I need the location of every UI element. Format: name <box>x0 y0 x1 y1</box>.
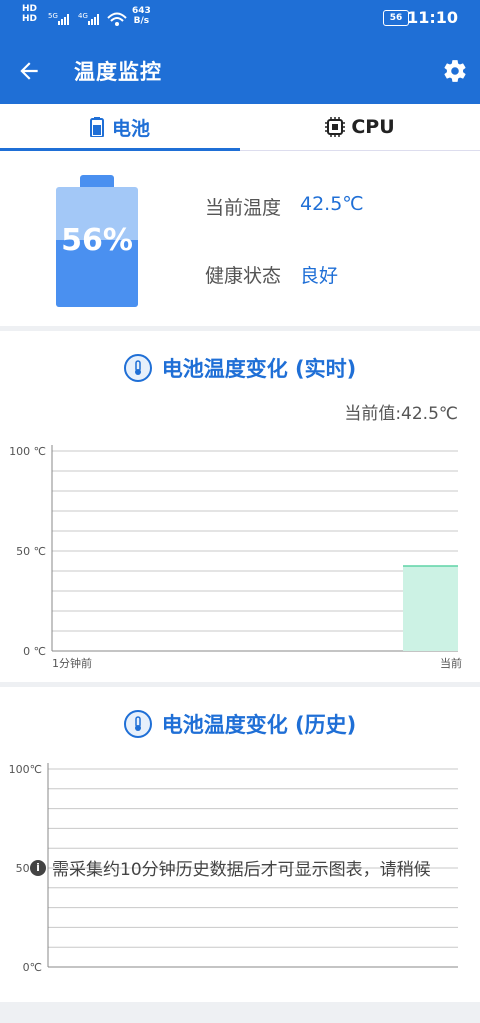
svg-text:4G: 4G <box>78 12 88 20</box>
tab-cpu-label: CPU <box>351 116 395 138</box>
realtime-chart: 100 ℃ 50 ℃ 0 ℃ 1分钟前 当前 <box>9 445 462 670</box>
temp-value: 42.5℃ <box>300 193 364 215</box>
thermometer-icon <box>123 354 152 382</box>
current-value-label: 当前值:42.5℃ <box>344 404 458 424</box>
hd-badge-2: HD <box>22 14 38 24</box>
history-title: 电池温度变化 (历史) <box>0 709 480 739</box>
temp-label: 当前温度 <box>205 197 282 219</box>
realtime-chart-card: 电池温度变化 (实时) 当前值:42.5℃ 100 ℃ 50 ℃ 0 ℃ 1分钟前 当前 <box>0 331 480 682</box>
battery-graphic-cap <box>80 175 114 187</box>
history-chart-card: 电池温度变化 (历史) 100℃ 50℃ 0℃ i 需采集约10分钟历史数据后才可显… <box>0 687 480 1002</box>
battery-info-card: 56% 当前温度 42.5℃ 健康状态 良好 <box>0 151 480 326</box>
y-tick-label: 0℃ <box>23 961 42 974</box>
svg-text:5G: 5G <box>48 12 58 20</box>
tab-bar: 电池 CPU <box>0 104 480 151</box>
battery-percent-text: 56% <box>61 223 133 258</box>
tab-battery-label: 电池 <box>111 117 150 140</box>
battery-status-icon: 56 <box>383 10 409 26</box>
status-bar: HD HD 5G 4G 643 B/s 56 11:10 <box>0 0 480 38</box>
network-speed: 643 B/s <box>132 6 151 26</box>
cpu-chip-icon <box>325 117 346 137</box>
x-tick-label: 1分钟前 <box>52 656 92 670</box>
y-tick-label: 100℃ <box>9 763 42 776</box>
realtime-title: 电池温度变化 (实时) <box>0 353 480 383</box>
health-value: 良好 <box>300 265 339 287</box>
wifi-icon <box>107 12 127 26</box>
y-tick-label: 0 ℃ <box>23 645 46 658</box>
app-bar: 温度监控 <box>0 38 480 104</box>
y-tick-label: 50 ℃ <box>16 545 46 558</box>
arrow-left-icon[interactable] <box>16 58 42 84</box>
gear-icon[interactable] <box>442 58 468 84</box>
info-icon: i <box>30 859 46 876</box>
page-title: 温度监控 <box>74 60 162 84</box>
thermometer-icon <box>123 710 152 738</box>
x-tick-label: 当前 <box>440 656 462 670</box>
signal-5g-icon: 5G <box>48 12 69 25</box>
clock: 11:10 <box>407 8 458 27</box>
battery-icon <box>89 117 104 137</box>
hd-badge-1: HD <box>22 4 38 14</box>
y-tick-label: 100 ℃ <box>9 445 46 458</box>
health-label: 健康状态 <box>205 265 282 287</box>
history-waiting-message: i 需采集约10分钟历史数据后才可显示图表，请稍候 <box>30 855 431 880</box>
sim-indicators: HD HD <box>22 4 37 24</box>
signal-4g-icon: 4G <box>78 12 99 25</box>
temperature-area <box>403 566 458 651</box>
tab-cpu[interactable]: CPU <box>240 104 480 150</box>
tab-battery[interactable]: 电池 <box>0 104 240 150</box>
